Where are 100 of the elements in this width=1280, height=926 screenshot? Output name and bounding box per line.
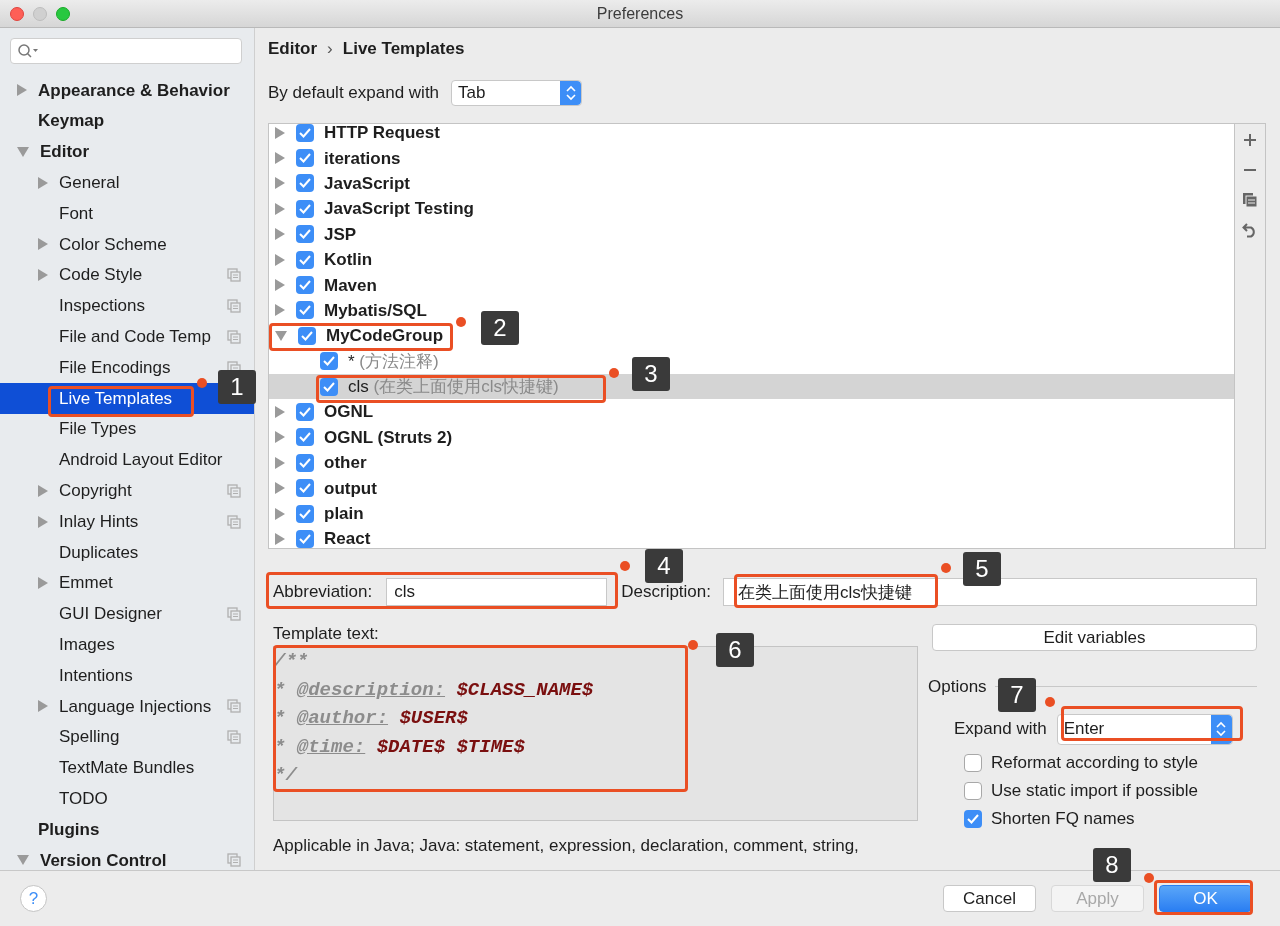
- template-name[interactable]: JSP: [324, 225, 357, 243]
- checkbox[interactable]: [296, 199, 314, 218]
- template-name[interactable]: JavaScript: [324, 174, 410, 192]
- template-name[interactable]: HTTP Request: [324, 124, 440, 142]
- sidebar-item[interactable]: Spelling: [59, 724, 120, 750]
- sidebar-item[interactable]: Copyright: [59, 478, 132, 504]
- breadcrumb-item[interactable]: Editor: [268, 36, 318, 62]
- sidebar-item[interactable]: File Types: [59, 416, 137, 442]
- expand-arrow-icon[interactable]: [38, 238, 48, 251]
- expand-arrow-icon[interactable]: [275, 253, 285, 266]
- template-name[interactable]: Maven: [324, 276, 377, 294]
- undo-icon[interactable]: [1242, 222, 1258, 238]
- expand-arrow-icon[interactable]: [275, 456, 285, 469]
- template-name[interactable]: React: [324, 530, 371, 548]
- template-name[interactable]: plain: [324, 505, 364, 523]
- sidebar-item[interactable]: General: [59, 170, 120, 196]
- collapse-arrow-icon[interactable]: [275, 330, 287, 341]
- template-name[interactable]: Mybatis/SQL: [324, 301, 427, 319]
- expand-arrow-icon[interactable]: [275, 177, 285, 190]
- search-field[interactable]: [10, 38, 242, 64]
- collapse-arrow-icon[interactable]: [17, 855, 29, 866]
- expand-arrow-icon[interactable]: [17, 84, 27, 97]
- sidebar-item[interactable]: Emmet: [59, 570, 113, 596]
- expand-arrow-icon[interactable]: [38, 176, 48, 189]
- sidebar-item[interactable]: File and Code Temp: [59, 324, 211, 350]
- template-name[interactable]: OGNL: [324, 403, 374, 421]
- close-button[interactable]: [10, 7, 24, 21]
- zoom-button[interactable]: [56, 7, 70, 21]
- minimize-button[interactable]: [33, 7, 47, 21]
- expand-key-dropdown[interactable]: Tab: [451, 80, 583, 106]
- expand-arrow-icon[interactable]: [275, 431, 285, 444]
- checkbox[interactable]: [296, 250, 314, 269]
- expand-arrow-icon[interactable]: [275, 482, 285, 495]
- checkbox[interactable]: [296, 453, 314, 472]
- checkbox[interactable]: [296, 124, 314, 142]
- expand-arrow-icon[interactable]: [275, 279, 285, 292]
- add-icon[interactable]: [1242, 132, 1258, 148]
- expand-arrow-icon[interactable]: [275, 507, 285, 520]
- abbreviation-field[interactable]: cls: [386, 578, 608, 606]
- dialog-button[interactable]: Cancel: [943, 885, 1036, 912]
- sidebar-item[interactable]: Inspections: [59, 293, 145, 319]
- expand-arrow-icon[interactable]: [275, 532, 285, 545]
- edit-variables-button[interactable]: Edit variables: [932, 624, 1257, 651]
- sidebar-item[interactable]: Images: [59, 632, 115, 658]
- expand-arrow-icon[interactable]: [275, 202, 285, 215]
- sidebar-item[interactable]: Font: [59, 200, 94, 227]
- sidebar-item[interactable]: Code Style: [59, 262, 143, 288]
- checkbox[interactable]: [296, 529, 314, 548]
- checkbox[interactable]: [296, 225, 314, 244]
- sidebar-item[interactable]: Language Injections: [59, 693, 212, 720]
- sidebar-item[interactable]: Plugins: [38, 816, 100, 843]
- sidebar-item[interactable]: Keymap: [38, 108, 105, 134]
- copy-icon[interactable]: [1242, 192, 1258, 208]
- checkbox[interactable]: [964, 782, 982, 800]
- checkbox[interactable]: [296, 149, 314, 168]
- description-field[interactable]: 在类上面使用cls快捷键: [723, 578, 1257, 606]
- checkbox[interactable]: [964, 754, 982, 772]
- expand-arrow-icon[interactable]: [38, 515, 48, 528]
- template-name[interactable]: other: [324, 454, 367, 472]
- sidebar-item[interactable]: GUI Designer: [59, 601, 162, 627]
- checkbox[interactable]: [298, 326, 316, 345]
- expand-arrow-icon[interactable]: [275, 304, 285, 317]
- expand-arrow-icon[interactable]: [38, 577, 48, 590]
- expand-arrow-icon[interactable]: [275, 152, 285, 165]
- expand-arrow-icon[interactable]: [275, 406, 285, 418]
- sidebar-item[interactable]: TextMate Bundles: [59, 755, 195, 781]
- sidebar-item[interactable]: Inlay Hints: [59, 508, 139, 535]
- checkbox[interactable]: [320, 352, 338, 371]
- collapse-arrow-icon[interactable]: [17, 147, 29, 157]
- sidebar-item[interactable]: TODO: [59, 785, 108, 812]
- expand-arrow-icon[interactable]: [38, 484, 48, 497]
- expand-key-dropdown[interactable]: Enter: [1056, 713, 1233, 745]
- checkbox[interactable]: [296, 403, 314, 421]
- sidebar-item[interactable]: Android Layout Editor: [59, 447, 223, 473]
- template-name[interactable]: JavaScript Testing: [324, 200, 474, 218]
- expand-arrow-icon[interactable]: [275, 228, 285, 241]
- expand-arrow-icon[interactable]: [38, 700, 48, 713]
- breadcrumb-item[interactable]: Live Templates: [342, 36, 465, 62]
- checkbox[interactable]: [296, 301, 314, 320]
- checkbox[interactable]: [296, 174, 314, 193]
- checkbox[interactable]: [964, 810, 982, 828]
- sidebar-item[interactable]: Version Control: [40, 847, 167, 874]
- sidebar-item[interactable]: Intentions: [59, 662, 133, 689]
- expand-arrow-icon[interactable]: [38, 269, 48, 282]
- sidebar-item[interactable]: Appearance & Behavior: [38, 77, 230, 104]
- template-name[interactable]: iterations: [324, 149, 401, 167]
- sidebar-item[interactable]: Editor: [40, 139, 90, 165]
- checkbox[interactable]: [296, 428, 314, 447]
- checkbox[interactable]: [296, 276, 314, 295]
- checkbox[interactable]: [296, 504, 314, 523]
- expand-arrow-icon[interactable]: [275, 126, 285, 139]
- sidebar-item[interactable]: Color Scheme: [59, 231, 167, 258]
- option-label[interactable]: Use static import if possible: [991, 778, 1198, 804]
- checkbox[interactable]: [296, 479, 314, 498]
- option-label[interactable]: Reformat according to style: [991, 750, 1198, 776]
- option-label[interactable]: Shorten FQ names: [991, 806, 1135, 832]
- template-name[interactable]: output: [324, 479, 377, 497]
- sidebar-item[interactable]: File Encodings: [59, 354, 171, 381]
- template-name[interactable]: Kotlin: [324, 251, 373, 269]
- template-name[interactable]: * (方法注释): [348, 352, 439, 370]
